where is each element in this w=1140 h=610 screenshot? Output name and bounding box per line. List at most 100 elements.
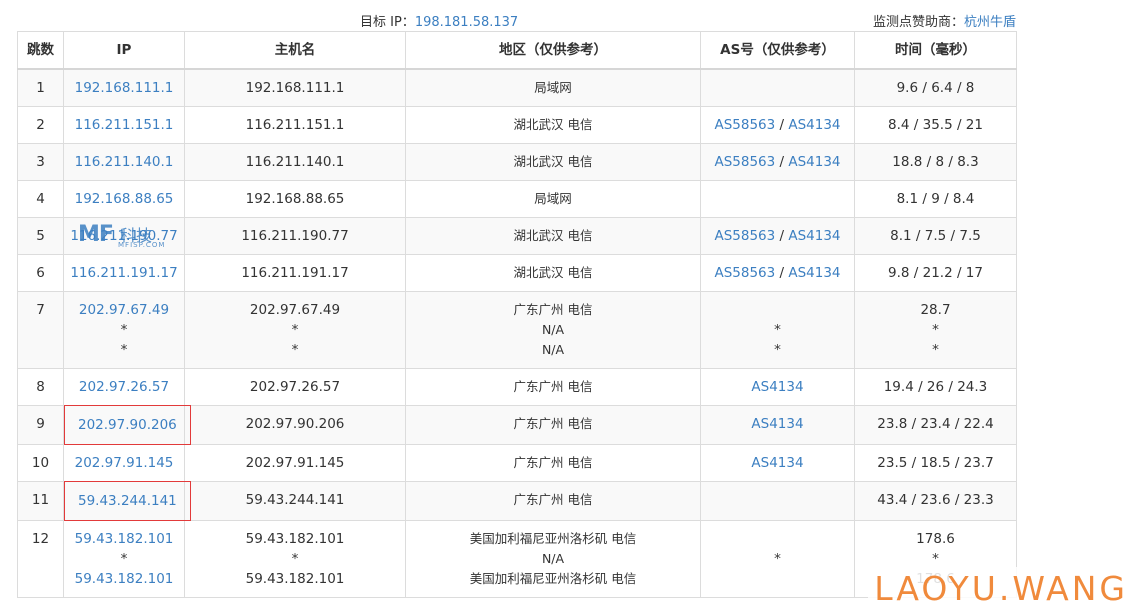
- as-link[interactable]: AS4134: [788, 265, 840, 281]
- ip-cell: 116.211.151.1: [63, 106, 185, 144]
- hostname-text: 116.211.140.1: [245, 154, 345, 170]
- ip-link[interactable]: 59.43.244.141: [64, 481, 191, 521]
- table-row: 8 202.97.26.57 202.97.26.57 广东广州 电信 AS4134 19…: [17, 368, 1017, 406]
- region-cell: 美国加利福尼亚州洛杉矶 电信 N/A 美国加利福尼亚州洛杉矶 电信: [405, 520, 701, 598]
- region-text: 湖北武汉 电信: [513, 117, 593, 132]
- ip-cell: 59.43.244.141: [63, 481, 191, 521]
- region-cell: 广东广州 电信: [405, 405, 701, 445]
- time-cell: 9.6 / 6.4 / 8: [854, 68, 1017, 107]
- column-header-time: 时间（毫秒）: [854, 31, 1017, 70]
- as-cell: [700, 180, 855, 218]
- ip-link[interactable]: 202.97.26.57: [79, 379, 169, 395]
- hostname-text: 202.97.91.145: [245, 455, 345, 471]
- as-link[interactable]: AS4134: [751, 455, 803, 471]
- as-separator: /: [775, 154, 789, 170]
- hop-number: 7: [36, 302, 45, 318]
- region-text: 广东广州 电信: [513, 379, 593, 394]
- ip-link[interactable]: 116.211.140.1: [75, 154, 174, 170]
- as-link[interactable]: AS4134: [751, 416, 803, 432]
- table-row: 4 192.168.88.65 192.168.88.65 局域网 8.1 / 9 /…: [17, 180, 1017, 218]
- ip-link[interactable]: 192.168.88.65: [75, 191, 174, 207]
- table-row: 1 192.168.111.1 192.168.111.1 局域网 9.6 / 6.4…: [17, 68, 1017, 107]
- table-header: 跳数 IP 主机名 地区（仅供参考） AS号（仅供参考） 时间（毫秒）: [17, 31, 1017, 70]
- sponsor-link[interactable]: 杭州牛盾: [964, 15, 1016, 30]
- hop-cell: 9: [17, 405, 64, 445]
- ip-link[interactable]: 202.97.91.145: [75, 455, 174, 471]
- time-text: *: [932, 342, 939, 358]
- as-cell: AS4134: [700, 368, 855, 406]
- time-text: 8.4 / 35.5 / 21: [888, 117, 983, 133]
- ip-unknown: *: [120, 551, 128, 567]
- ip-link[interactable]: 192.168.111.1: [75, 80, 174, 96]
- table-row: 10 202.97.91.145 202.97.91.145 广东广州 电信 AS413…: [17, 444, 1017, 482]
- ip-cell: 202.97.91.145: [63, 444, 185, 482]
- target-ip-link[interactable]: 198.181.58.137: [415, 15, 518, 30]
- as-link[interactable]: AS4134: [788, 117, 840, 133]
- ip-link[interactable]: 116.211.190.77: [70, 228, 177, 244]
- ip-link[interactable]: 59.43.182.101: [75, 531, 174, 547]
- table-row: 9 202.97.90.206 202.97.90.206 广东广州 电信 AS4134…: [17, 405, 1017, 445]
- table-row: 5 116.211.190.77 116.211.190.77 湖北武汉 电信 AS58…: [17, 217, 1017, 255]
- hop-cell: 11: [17, 481, 64, 521]
- as-link[interactable]: AS58563: [714, 265, 775, 281]
- time-cell: 9.8 / 21.2 / 17: [854, 254, 1017, 292]
- column-header-hostname: 主机名: [184, 31, 406, 70]
- as-link[interactable]: AS58563: [714, 228, 775, 244]
- hop-cell: 7: [17, 291, 64, 369]
- time-cell: 43.4 / 23.6 / 23.3: [854, 481, 1017, 521]
- ip-link[interactable]: 202.97.90.206: [64, 405, 191, 445]
- region-cell: 湖北武汉 电信: [405, 254, 701, 292]
- time-cell: 8.4 / 35.5 / 21: [854, 106, 1017, 144]
- time-text: 18.8 / 8 / 8.3: [892, 154, 979, 170]
- hostname-text: *: [291, 322, 299, 338]
- as-link[interactable]: AS4134: [751, 379, 803, 395]
- ip-cell: 192.168.111.1: [63, 68, 185, 107]
- as-cell: AS58563 / AS4134: [700, 143, 855, 181]
- region-text: 美国加利福尼亚州洛杉矶 电信: [469, 531, 637, 546]
- hostname-cell: 59.43.182.101 * 59.43.182.101: [184, 520, 406, 598]
- hostname-text: 192.168.88.65: [245, 191, 345, 207]
- region-text: 广东广州 电信: [513, 492, 593, 507]
- region-text: 美国加利福尼亚州洛杉矶 电信: [469, 571, 637, 586]
- ip-link[interactable]: 116.211.191.17: [70, 265, 177, 281]
- time-text: 178.6: [916, 571, 955, 587]
- ip-link[interactable]: 116.211.151.1: [75, 117, 174, 133]
- target-ip-label: 目标 IP：: [360, 15, 415, 30]
- ip-link[interactable]: 59.43.182.101: [75, 571, 174, 587]
- hop-cell: 6: [17, 254, 64, 292]
- region-cell: 湖北武汉 电信: [405, 143, 701, 181]
- as-link[interactable]: AS58563: [714, 117, 775, 133]
- hop-number: 6: [36, 265, 45, 281]
- ip-cell: 192.168.88.65: [63, 180, 185, 218]
- as-link[interactable]: AS4134: [788, 154, 840, 170]
- hostname-text: 202.97.90.206: [245, 416, 345, 432]
- as-cell: [700, 481, 855, 521]
- column-header-ip: IP: [63, 31, 185, 70]
- as-unknown: *: [774, 342, 781, 358]
- ip-cell: 202.97.26.57: [63, 368, 185, 406]
- ip-link[interactable]: 202.97.67.49: [79, 302, 169, 318]
- table-row: 12 59.43.182.101 * 59.43.182.101 59.43.182.1…: [17, 520, 1017, 598]
- hop-number: 9: [36, 416, 45, 432]
- hop-number: 11: [31, 492, 50, 508]
- hop-cell: 3: [17, 143, 64, 181]
- region-text: N/A: [541, 322, 565, 337]
- time-cell: 23.5 / 18.5 / 23.7: [854, 444, 1017, 482]
- table-row: 3 116.211.140.1 116.211.140.1 湖北武汉 电信 AS5856…: [17, 143, 1017, 181]
- traceroute-table: 跳数 IP 主机名 地区（仅供参考） AS号（仅供参考） 时间（毫秒） 1 192…: [17, 31, 1017, 598]
- as-separator: /: [775, 265, 789, 281]
- as-link[interactable]: AS58563: [714, 154, 775, 170]
- time-cell: 19.4 / 26 / 24.3: [854, 368, 1017, 406]
- hop-cell: 10: [17, 444, 64, 482]
- hop-cell: 1: [17, 68, 64, 107]
- hop-number: 4: [36, 191, 45, 207]
- hostname-text: 59.43.182.101: [245, 531, 345, 547]
- hop-cell: 2: [17, 106, 64, 144]
- region-text: 湖北武汉 电信: [513, 154, 593, 169]
- top-bar: 目标 IP：198.181.58.137 监测点赞助商：杭州牛盾: [0, 0, 1140, 32]
- region-cell: 局域网: [405, 180, 701, 218]
- as-link[interactable]: AS4134: [788, 228, 840, 244]
- time-text: 8.1 / 9 / 8.4: [896, 191, 975, 207]
- as-cell: AS58563 / AS4134: [700, 217, 855, 255]
- ip-cell: 116.211.191.17: [63, 254, 185, 292]
